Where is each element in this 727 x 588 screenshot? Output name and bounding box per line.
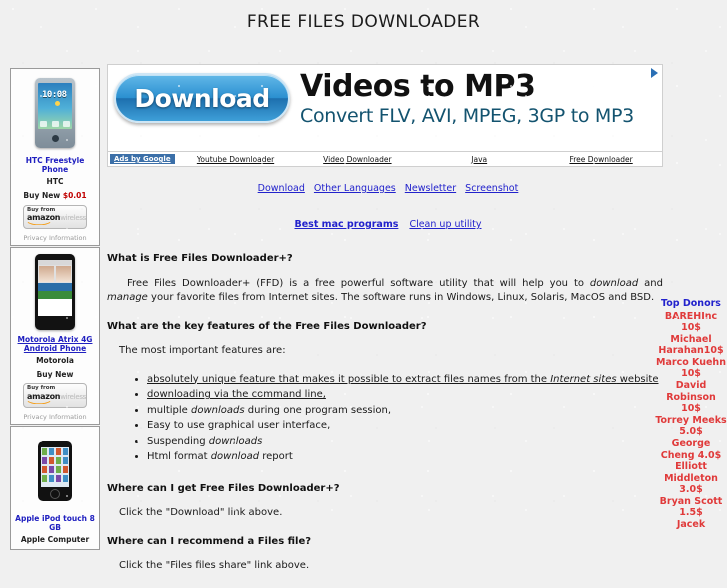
intro-text-c: your favorite files from Internet sites.… <box>147 292 655 303</box>
paragraph-intro: Free Files Downloader+ (FFD) is a free p… <box>107 277 663 306</box>
ad-keyword-link-0[interactable]: Youtube Downloader <box>197 155 274 164</box>
feature-text-a: Html format <box>147 451 211 462</box>
donor-entry: George Cheng 4.0$ <box>660 437 722 461</box>
buy-from-amazon-button[interactable]: Buy from amazonwireless <box>23 204 87 229</box>
secondary-nav: Best mac programs Clean up utility <box>107 219 669 230</box>
ads-by-google-link[interactable]: Ads by Google <box>110 154 175 164</box>
amazon-ad-block[interactable]: Motorola Atrix 4G Android Phone Motorola… <box>10 246 100 425</box>
feature-text-a: downloading via the command line, <box>147 389 326 400</box>
ad-brand: Motorola <box>36 355 74 365</box>
amazon-ad-block[interactable]: 10:08 HTC Freestyle Phone HTC Buy New $0… <box>10 68 100 246</box>
list-item: Suspending downloads <box>147 435 663 450</box>
heading-where-get: Where can I get Free Files Downloader+? <box>107 482 340 494</box>
ad-link-slot: Free Downloader <box>540 155 662 164</box>
motorola-atrix-phone-image <box>13 252 97 332</box>
ad-brand: Apple Computer <box>20 534 90 544</box>
feature-em: downloads <box>191 404 245 416</box>
ad-price: Buy New $0.01 <box>13 191 97 200</box>
ad-link-slot: Java <box>418 155 540 164</box>
list-item[interactable]: downloading via the command line, <box>147 388 663 403</box>
donor-entry: Marco Kuehn 10$ <box>656 356 726 380</box>
feature-em: downloads <box>208 435 263 447</box>
ad-keyword-link-2[interactable]: Java <box>471 155 487 164</box>
feature-em: Internet sites <box>550 373 617 385</box>
google-ad-links-bar: Ads by Google Youtube Downloader Video D… <box>107 152 663 167</box>
nav-link-best-mac-programs[interactable]: Best mac programs <box>295 219 399 230</box>
donor-entry: BAREHInc 10$ <box>664 310 718 334</box>
heading-key-features: What are the key features of the Free Fi… <box>107 320 427 332</box>
apple-ipod-touch-image <box>13 431 97 511</box>
amazon-wordmark: amazon <box>27 391 61 401</box>
paragraph-features-lead: The most important features are: <box>119 345 286 356</box>
nav-link-screenshot[interactable]: Screenshot <box>465 183 518 194</box>
amazon-wireless-label: wireless <box>60 214 87 222</box>
feature-text-a: Suspending <box>147 435 209 447</box>
donor-entry: Elliott Middleton 3.0$ <box>664 461 718 496</box>
amazon-smile-icon <box>27 221 51 225</box>
intro-em-download: download <box>589 277 639 289</box>
feature-text-a: absolutely unique feature that makes it … <box>147 373 551 385</box>
feature-text-b: report <box>259 451 293 462</box>
htc-freestyle-phone-image: 10:08 <box>13 73 97 153</box>
buy-from-amazon-button[interactable]: Buy from amazonwireless <box>23 383 87 408</box>
feature-text-b: website <box>616 373 659 385</box>
ad-download-button[interactable]: Download <box>114 73 290 123</box>
ad-price-label: Buy New <box>36 370 74 379</box>
list-item[interactable]: absolutely unique feature that makes it … <box>147 373 663 388</box>
intro-text-b: and <box>638 277 663 289</box>
ad-price-label: Buy New <box>23 191 63 201</box>
ad-headline: Videos to MP3 <box>300 69 536 104</box>
donor-entry: Bryan Scott 1.5$ <box>659 495 723 519</box>
ad-download-button-label: Download <box>134 83 270 113</box>
nav-link-other-languages[interactable]: Other Languages <box>314 183 396 194</box>
nav-link-clean-up-utility[interactable]: Clean up utility <box>409 219 481 230</box>
amazon-wireless-label: wireless <box>60 392 87 401</box>
ad-keyword-link-3[interactable]: Free Downloader <box>569 155 632 164</box>
privacy-information-link[interactable]: Privacy Information <box>13 413 97 422</box>
features-list: absolutely unique feature that makes it … <box>107 373 663 465</box>
feature-text-a: Easy to use graphical user interface, <box>147 420 331 431</box>
ad-product-title[interactable]: Motorola Atrix 4G Android Phone <box>13 335 97 354</box>
feature-text-a: multiple <box>147 404 192 416</box>
ad-subline: Convert FLV, AVI, MPEG, 3GP to MP3 <box>300 105 634 127</box>
main-content-column: Download Videos to MP3 Convert FLV, AVI,… <box>107 64 669 588</box>
donor-entry: Michael Harahan10$ <box>658 333 724 357</box>
intro-text-a: Free Files Downloader+ (FFD) is a free p… <box>127 277 590 289</box>
donor-entry: David Robinson 10$ <box>666 380 716 415</box>
paragraph-where-get: Click the "Download" link above. <box>119 507 283 518</box>
paragraph-where-recommend: Click the "Files files share" link above… <box>119 560 310 571</box>
top-donors-sidebar: Top Donors BAREHInc 10$ Michael Harahan1… <box>655 298 727 531</box>
adchoices-triangle-icon[interactable] <box>651 68 658 78</box>
ad-link-slot: Video Downloader <box>296 155 418 164</box>
heading-what-is: What is Free Files Downloader+? <box>107 253 293 264</box>
primary-nav: Download Other Languages Newsletter Scre… <box>107 183 669 194</box>
article-body: What is Free Files Downloader+? Free Fil… <box>107 252 663 574</box>
feature-em: download <box>210 451 260 462</box>
amazon-wordmark: amazon <box>27 213 61 222</box>
privacy-information-link[interactable]: Privacy Information <box>13 234 97 243</box>
left-ad-sidebar: 10:08 HTC Freestyle Phone HTC Buy New $0… <box>10 68 100 551</box>
list-item: multiple downloads during one program se… <box>147 404 663 419</box>
amazon-ad-block[interactable]: Apple iPod touch 8 GB Apple Computer <box>10 425 100 550</box>
ad-price-amount: $0.01 <box>62 191 87 201</box>
ad-product-title[interactable]: Apple iPod touch 8 GB <box>13 514 97 533</box>
amazon-smile-icon <box>27 400 51 404</box>
feature-text-b: during one program session, <box>244 404 392 416</box>
heading-where-recommend: Where can I recommend a Files file? <box>107 535 312 547</box>
nav-link-download[interactable]: Download <box>258 183 305 194</box>
donor-entry: Torrey Meeks 5.0$ <box>655 414 727 438</box>
top-donors-title: Top Donors <box>661 298 721 309</box>
ad-brand: HTC <box>46 176 64 186</box>
intro-em-manage: manage <box>107 292 148 303</box>
page-title: FREE FILES DOWNLOADER <box>246 12 481 32</box>
list-item: Html format download report <box>147 450 663 465</box>
ad-keyword-link-1[interactable]: Video Downloader <box>323 155 391 164</box>
nav-link-newsletter[interactable]: Newsletter <box>405 183 456 194</box>
ad-product-title[interactable]: HTC Freestyle Phone <box>13 156 97 175</box>
ad-price: Buy New <box>13 370 97 379</box>
ad-link-slot: Youtube Downloader <box>175 155 297 164</box>
donor-entry: Jacek <box>676 518 706 530</box>
google-banner-ad[interactable]: Download Videos to MP3 Convert FLV, AVI,… <box>107 64 663 152</box>
list-item: Easy to use graphical user interface, <box>147 419 663 434</box>
